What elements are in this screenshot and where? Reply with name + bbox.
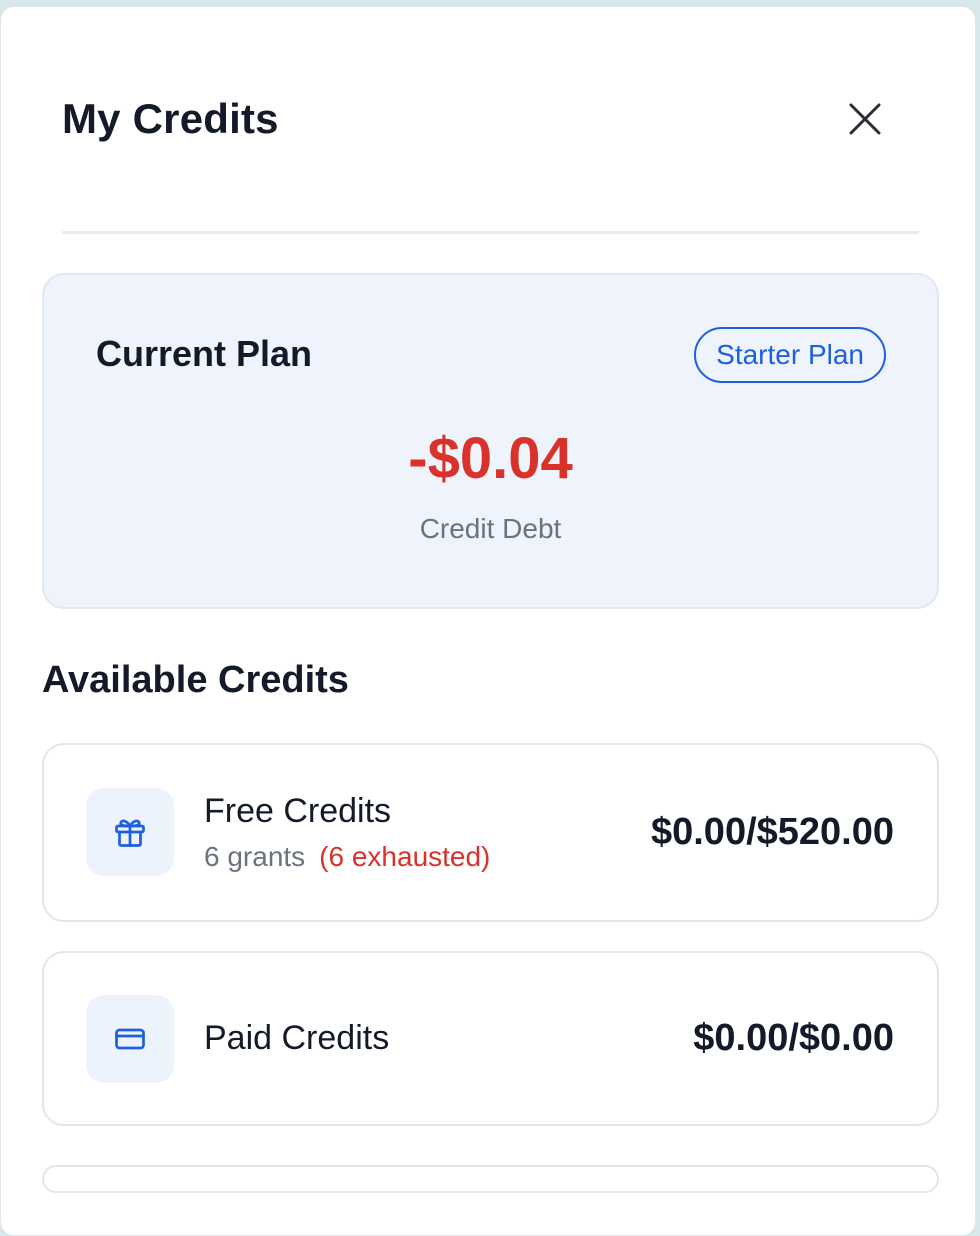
paid-credits-label: Paid Credits — [204, 1019, 390, 1057]
paid-credits-card: Paid Credits $0.00/$0.00 — [42, 951, 939, 1126]
close-button[interactable] — [843, 97, 887, 141]
free-credits-icon-box — [86, 788, 174, 876]
current-plan-title: Current Plan — [96, 333, 313, 374]
paid-credits-value: $0.00/$0.00 — [693, 1017, 894, 1059]
credit-debt-label: Credit Debt — [419, 513, 562, 544]
free-credits-grants: 6 grants — [204, 841, 306, 872]
free-credits-exhausted: (6 exhausted) — [319, 841, 491, 872]
free-credits-meta: 6 grants (6 exhausted) — [204, 841, 490, 873]
current-plan-card: Current Plan Starter Plan -$0.04 Credit … — [42, 273, 939, 609]
close-icon — [849, 103, 881, 135]
credit-card-icon — [115, 1028, 145, 1050]
free-credits-card: Free Credits 6 grants (6 exhausted) $0.00… — [42, 743, 939, 922]
gift-icon — [115, 819, 145, 847]
plan-badge[interactable]: Starter Plan — [694, 327, 886, 383]
free-credits-value: $0.00/$520.00 — [650, 811, 894, 853]
free-credits-label: Free Credits — [204, 792, 392, 830]
credits-card-partial — [42, 1165, 939, 1193]
header-divider — [62, 231, 919, 234]
credits-panel: My Credits Current Plan Starter Plan -$0… — [0, 6, 976, 1236]
available-credits-title: Available Credits — [42, 659, 349, 701]
credit-debt-amount: -$0.04 — [408, 426, 573, 491]
paid-credits-icon-box — [86, 995, 174, 1083]
panel-title: My Credits — [62, 95, 279, 142]
